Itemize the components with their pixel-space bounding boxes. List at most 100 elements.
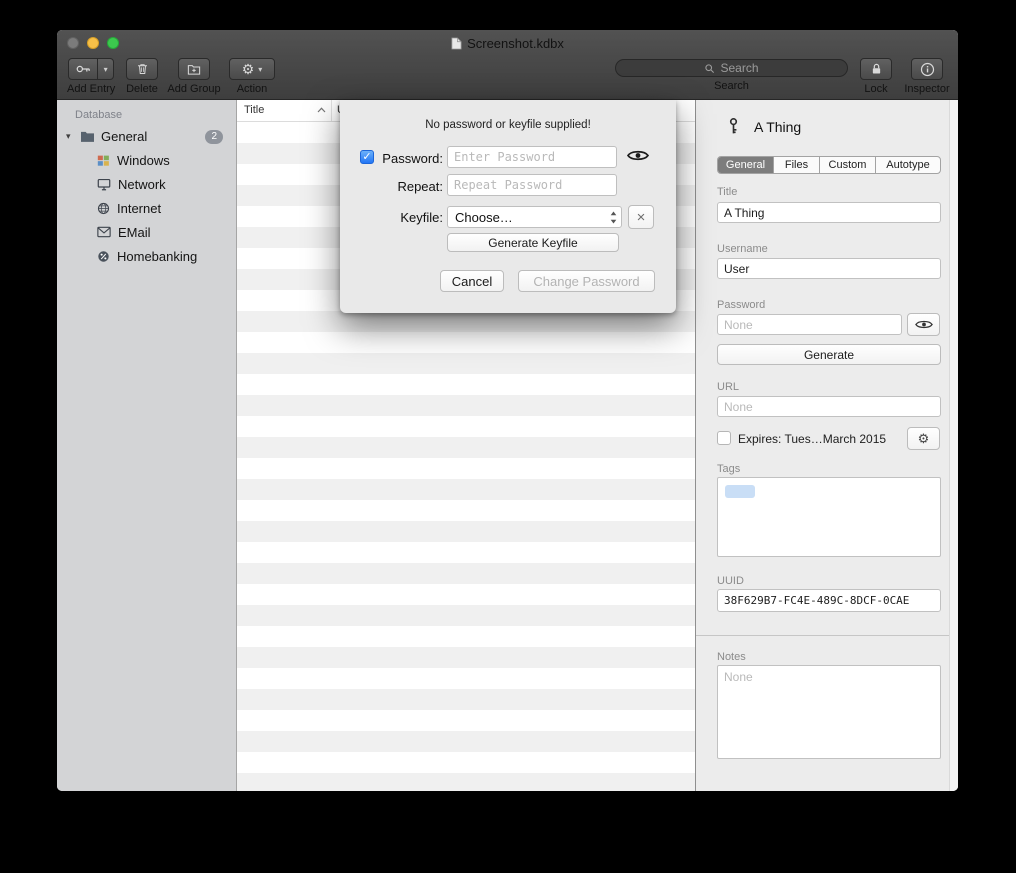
tab-files[interactable]: Files — [774, 157, 820, 173]
title-field[interactable] — [717, 202, 941, 223]
list-row[interactable] — [237, 626, 695, 647]
list-row[interactable] — [237, 521, 695, 542]
action-button[interactable]: ⚙ ▾ — [229, 58, 275, 80]
change-password-dialog: No password or keyfile supplied! ✓ Passw… — [340, 100, 676, 313]
sidebar-item-windows[interactable]: Windows — [57, 148, 236, 172]
list-row[interactable] — [237, 647, 695, 668]
sidebar-item-label: General — [101, 129, 205, 144]
repeat-password-input[interactable] — [447, 174, 617, 196]
show-password-button[interactable] — [907, 313, 940, 336]
list-row[interactable] — [237, 353, 695, 374]
list-row[interactable] — [237, 731, 695, 752]
list-row[interactable] — [237, 689, 695, 710]
info-icon — [920, 62, 935, 77]
list-row[interactable] — [237, 542, 695, 563]
password-enabled-checkbox[interactable]: ✓ — [360, 150, 374, 164]
sidebar-item-email[interactable]: EMail — [57, 220, 236, 244]
document-proxy-icon[interactable] — [451, 37, 462, 50]
lock-icon — [870, 62, 883, 76]
password-field[interactable] — [717, 314, 902, 335]
list-row[interactable] — [237, 584, 695, 605]
titlebar[interactable]: Screenshot.kdbx — [57, 30, 958, 56]
close-button[interactable] — [67, 37, 79, 49]
generate-password-button[interactable]: Generate — [717, 344, 941, 365]
add-entry-button[interactable]: ▾ — [68, 58, 114, 80]
add-entry-toolbar-item: ▾ Add Entry — [67, 58, 115, 95]
chevron-down-icon[interactable]: ▾ — [97, 59, 113, 79]
tab-custom[interactable]: Custom — [820, 157, 876, 173]
sort-ascending-icon — [317, 107, 326, 113]
tab-autotype[interactable]: Autotype — [876, 157, 940, 173]
tags-field[interactable] — [717, 477, 941, 557]
percent-coin-icon — [97, 250, 110, 263]
folder-icon — [80, 130, 95, 143]
gear-icon: ⚙ — [918, 431, 930, 447]
clear-keyfile-button[interactable]: × — [628, 205, 654, 229]
url-field[interactable] — [717, 396, 941, 417]
list-row[interactable] — [237, 479, 695, 500]
search-label: Search — [714, 80, 749, 92]
list-row[interactable] — [237, 752, 695, 773]
add-group-label: Add Group — [167, 83, 220, 95]
url-field-label: URL — [717, 381, 739, 393]
delete-toolbar-item: Delete — [123, 58, 161, 95]
eye-icon — [627, 149, 649, 162]
inspector-toggle-button[interactable] — [911, 58, 943, 80]
entry-title: A Thing — [754, 119, 801, 135]
list-row[interactable] — [237, 773, 695, 791]
list-row[interactable] — [237, 563, 695, 584]
notes-label: Notes — [717, 651, 746, 663]
notes-field[interactable] — [717, 665, 941, 759]
list-row[interactable] — [237, 437, 695, 458]
lock-toolbar-item: Lock — [853, 58, 899, 95]
list-row[interactable] — [237, 710, 695, 731]
monitor-icon — [97, 178, 111, 191]
column-header-title[interactable]: Title — [244, 104, 264, 116]
inspector-scrollbar[interactable] — [949, 100, 958, 791]
list-row[interactable] — [237, 500, 695, 521]
uuid-field[interactable] — [717, 589, 941, 612]
window-title: Screenshot.kdbx — [467, 36, 564, 51]
uuid-label: UUID — [717, 575, 744, 587]
list-row[interactable] — [237, 395, 695, 416]
sidebar-item-internet[interactable]: Internet — [57, 196, 236, 220]
list-row[interactable] — [237, 416, 695, 437]
list-row[interactable] — [237, 458, 695, 479]
inspector-divider — [696, 635, 949, 636]
sidebar-item-general[interactable]: ▾ General 2 — [57, 125, 236, 148]
tag-chip[interactable] — [725, 485, 755, 498]
list-row[interactable] — [237, 374, 695, 395]
minimize-button[interactable] — [87, 37, 99, 49]
tab-general[interactable]: General — [718, 157, 774, 173]
delete-label: Delete — [126, 83, 158, 95]
list-row[interactable] — [237, 668, 695, 689]
add-group-toolbar-item: Add Group — [165, 58, 223, 95]
generate-keyfile-button[interactable]: Generate Keyfile — [447, 233, 619, 252]
sidebar-item-homebanking[interactable]: Homebanking — [57, 244, 236, 268]
new-password-input[interactable] — [447, 146, 617, 168]
search-input[interactable]: Search — [615, 59, 848, 77]
username-field[interactable] — [717, 258, 941, 279]
keyfile-combobox[interactable]: Choose… — [447, 206, 622, 228]
change-password-button[interactable]: Change Password — [518, 270, 655, 292]
list-row[interactable] — [237, 311, 695, 332]
tags-label: Tags — [717, 463, 740, 475]
zoom-button[interactable] — [107, 37, 119, 49]
app-window: Screenshot.kdbx ▾ Add Entry — [57, 30, 958, 791]
lock-button[interactable] — [860, 58, 892, 80]
expires-settings-button[interactable]: ⚙ — [907, 427, 940, 450]
add-group-button[interactable] — [178, 58, 210, 80]
expires-checkbox[interactable] — [717, 431, 731, 445]
stepper-icon[interactable] — [605, 207, 621, 227]
expires-label: Expires: Tues…March 2015 — [738, 432, 886, 446]
column-divider[interactable] — [331, 100, 332, 121]
show-password-button[interactable] — [627, 149, 649, 162]
cancel-button[interactable]: Cancel — [440, 270, 504, 292]
list-row[interactable] — [237, 605, 695, 626]
inspector-label: Inspector — [904, 83, 949, 95]
inspector-panel: A Thing General Files Custom Autotype Ti… — [695, 100, 958, 791]
disclosure-triangle-icon[interactable]: ▾ — [66, 131, 79, 142]
delete-button[interactable] — [126, 58, 158, 80]
list-row[interactable] — [237, 332, 695, 353]
sidebar-item-network[interactable]: Network — [57, 172, 236, 196]
